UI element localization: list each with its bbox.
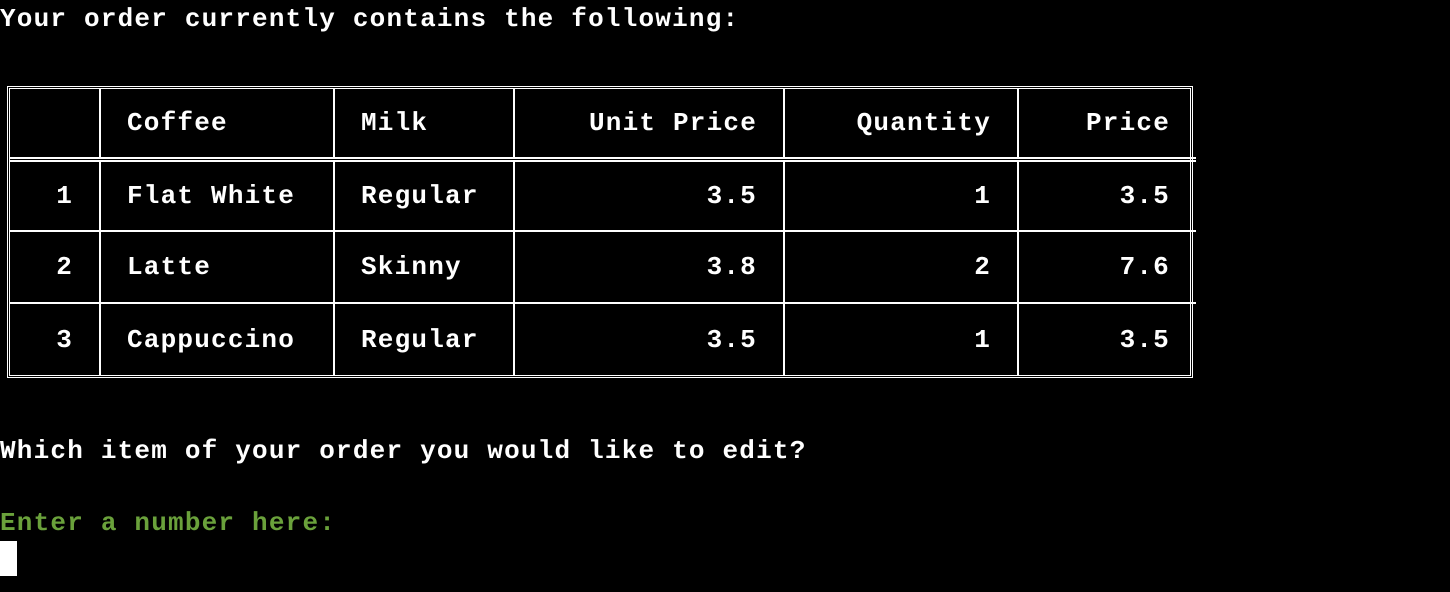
cell-quantity: 1 [783, 302, 1019, 375]
cell-index: 1 [10, 159, 101, 232]
header-price: Price [1017, 89, 1196, 162]
cell-unit-price: 3.8 [513, 230, 785, 304]
cell-price: 3.5 [1017, 302, 1196, 375]
header-index [10, 89, 101, 162]
order-table: Coffee Milk Unit Price Quantity Price 1 … [7, 86, 1196, 378]
cell-milk: Regular [333, 159, 515, 232]
cell-quantity: 2 [783, 230, 1019, 304]
header-quantity: Quantity [783, 89, 1019, 162]
header-milk: Milk [333, 89, 515, 162]
intro-text: Your order currently contains the follow… [0, 4, 740, 34]
cell-index: 3 [10, 302, 101, 375]
cell-milk: Regular [333, 302, 515, 375]
header-unit-price: Unit Price [513, 89, 785, 162]
table-row: 3 Cappuccino Regular 3.5 1 3.5 [10, 302, 1196, 375]
cell-price: 7.6 [1017, 230, 1196, 304]
input-prompt: Enter a number here: [0, 508, 337, 538]
edit-question: Which item of your order you would like … [0, 436, 807, 466]
cell-coffee: Latte [99, 230, 335, 304]
terminal-input-cursor[interactable] [0, 541, 17, 576]
table-row: 2 Latte Skinny 3.8 2 7.6 [10, 230, 1196, 304]
cell-coffee: Cappuccino [99, 302, 335, 375]
cell-unit-price: 3.5 [513, 159, 785, 232]
cell-unit-price: 3.5 [513, 302, 785, 375]
table-header-row: Coffee Milk Unit Price Quantity Price [10, 89, 1196, 162]
cell-quantity: 1 [783, 159, 1019, 232]
cell-milk: Skinny [333, 230, 515, 304]
cell-coffee: Flat White [99, 159, 335, 232]
header-coffee: Coffee [99, 89, 335, 162]
cell-index: 2 [10, 230, 101, 304]
table-row: 1 Flat White Regular 3.5 1 3.5 [10, 159, 1196, 232]
cell-price: 3.5 [1017, 159, 1196, 232]
